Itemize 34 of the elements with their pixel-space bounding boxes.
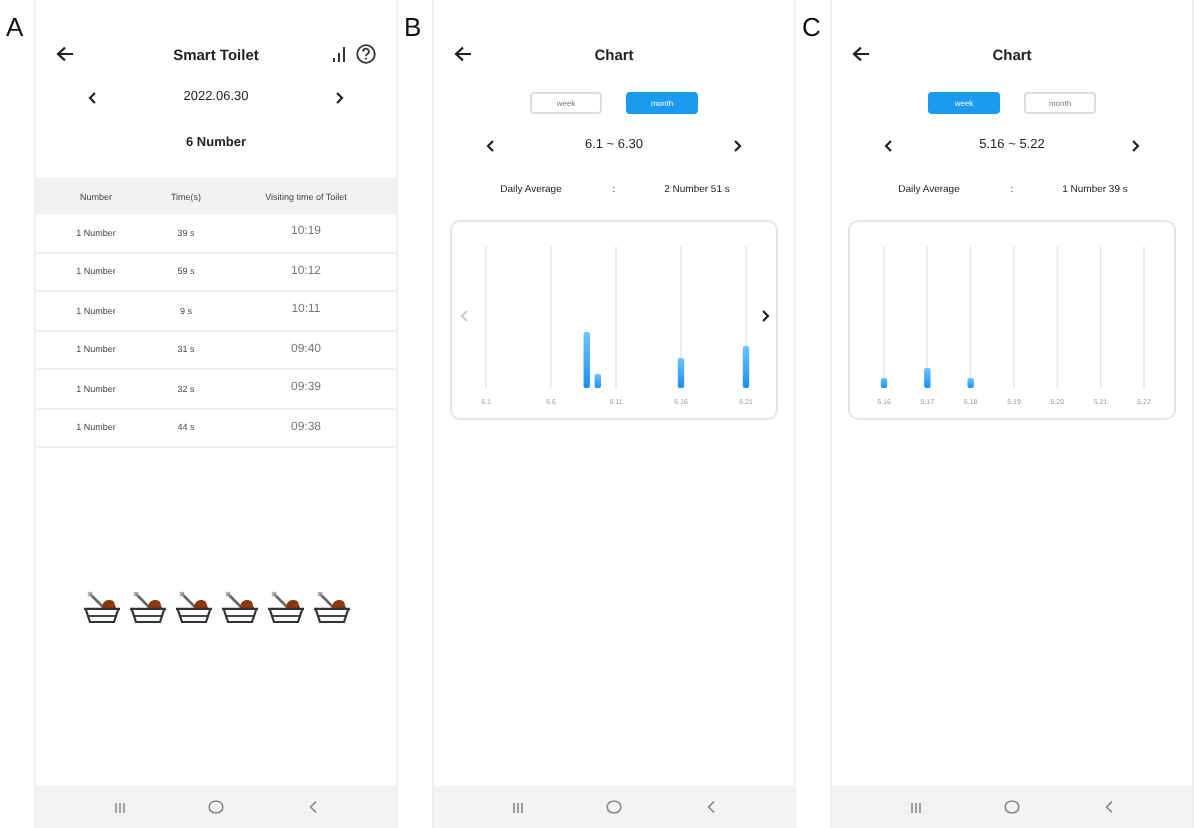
back-arrow-icon[interactable]	[454, 46, 472, 62]
chart-bar	[967, 378, 974, 388]
toilet-bowl-icon	[219, 589, 259, 625]
chevron-right-icon[interactable]	[335, 91, 344, 103]
back-arrow-icon[interactable]	[852, 46, 870, 62]
panel-label: B	[402, 10, 424, 46]
chevron-right-icon[interactable]	[733, 139, 742, 151]
panel-label: C	[800, 10, 823, 46]
toilet-bowl-icon	[173, 589, 213, 625]
toilet-bowl-icon	[265, 589, 305, 625]
chevron-left-icon[interactable]	[884, 139, 892, 151]
chevron-left-icon[interactable]	[486, 139, 494, 151]
home-icon[interactable]	[1004, 800, 1021, 814]
chevron-right-icon[interactable]	[1132, 139, 1140, 151]
toilet-bowl-icon	[311, 589, 351, 625]
bar-chart-icon[interactable]	[332, 46, 346, 62]
back-icon[interactable]	[1104, 800, 1115, 814]
back-icon[interactable]	[706, 800, 717, 814]
toilet-bowl-icon	[127, 589, 167, 625]
chevron-right-icon[interactable]	[762, 310, 770, 322]
home-icon[interactable]	[606, 800, 623, 814]
chart-bar	[880, 378, 888, 388]
chart-bar	[924, 368, 931, 388]
help-icon[interactable]	[356, 44, 376, 64]
chart-bar	[742, 346, 750, 388]
back-icon[interactable]	[308, 800, 319, 814]
chart-bar	[583, 332, 590, 388]
back-arrow-icon[interactable]	[56, 46, 74, 62]
chart-bar	[594, 374, 601, 388]
toilet-bowl-icon	[81, 589, 121, 625]
home-icon[interactable]	[208, 800, 225, 814]
chevron-left-icon[interactable]	[88, 91, 96, 103]
chart-bar	[677, 358, 685, 388]
panel-label: A	[4, 10, 26, 46]
